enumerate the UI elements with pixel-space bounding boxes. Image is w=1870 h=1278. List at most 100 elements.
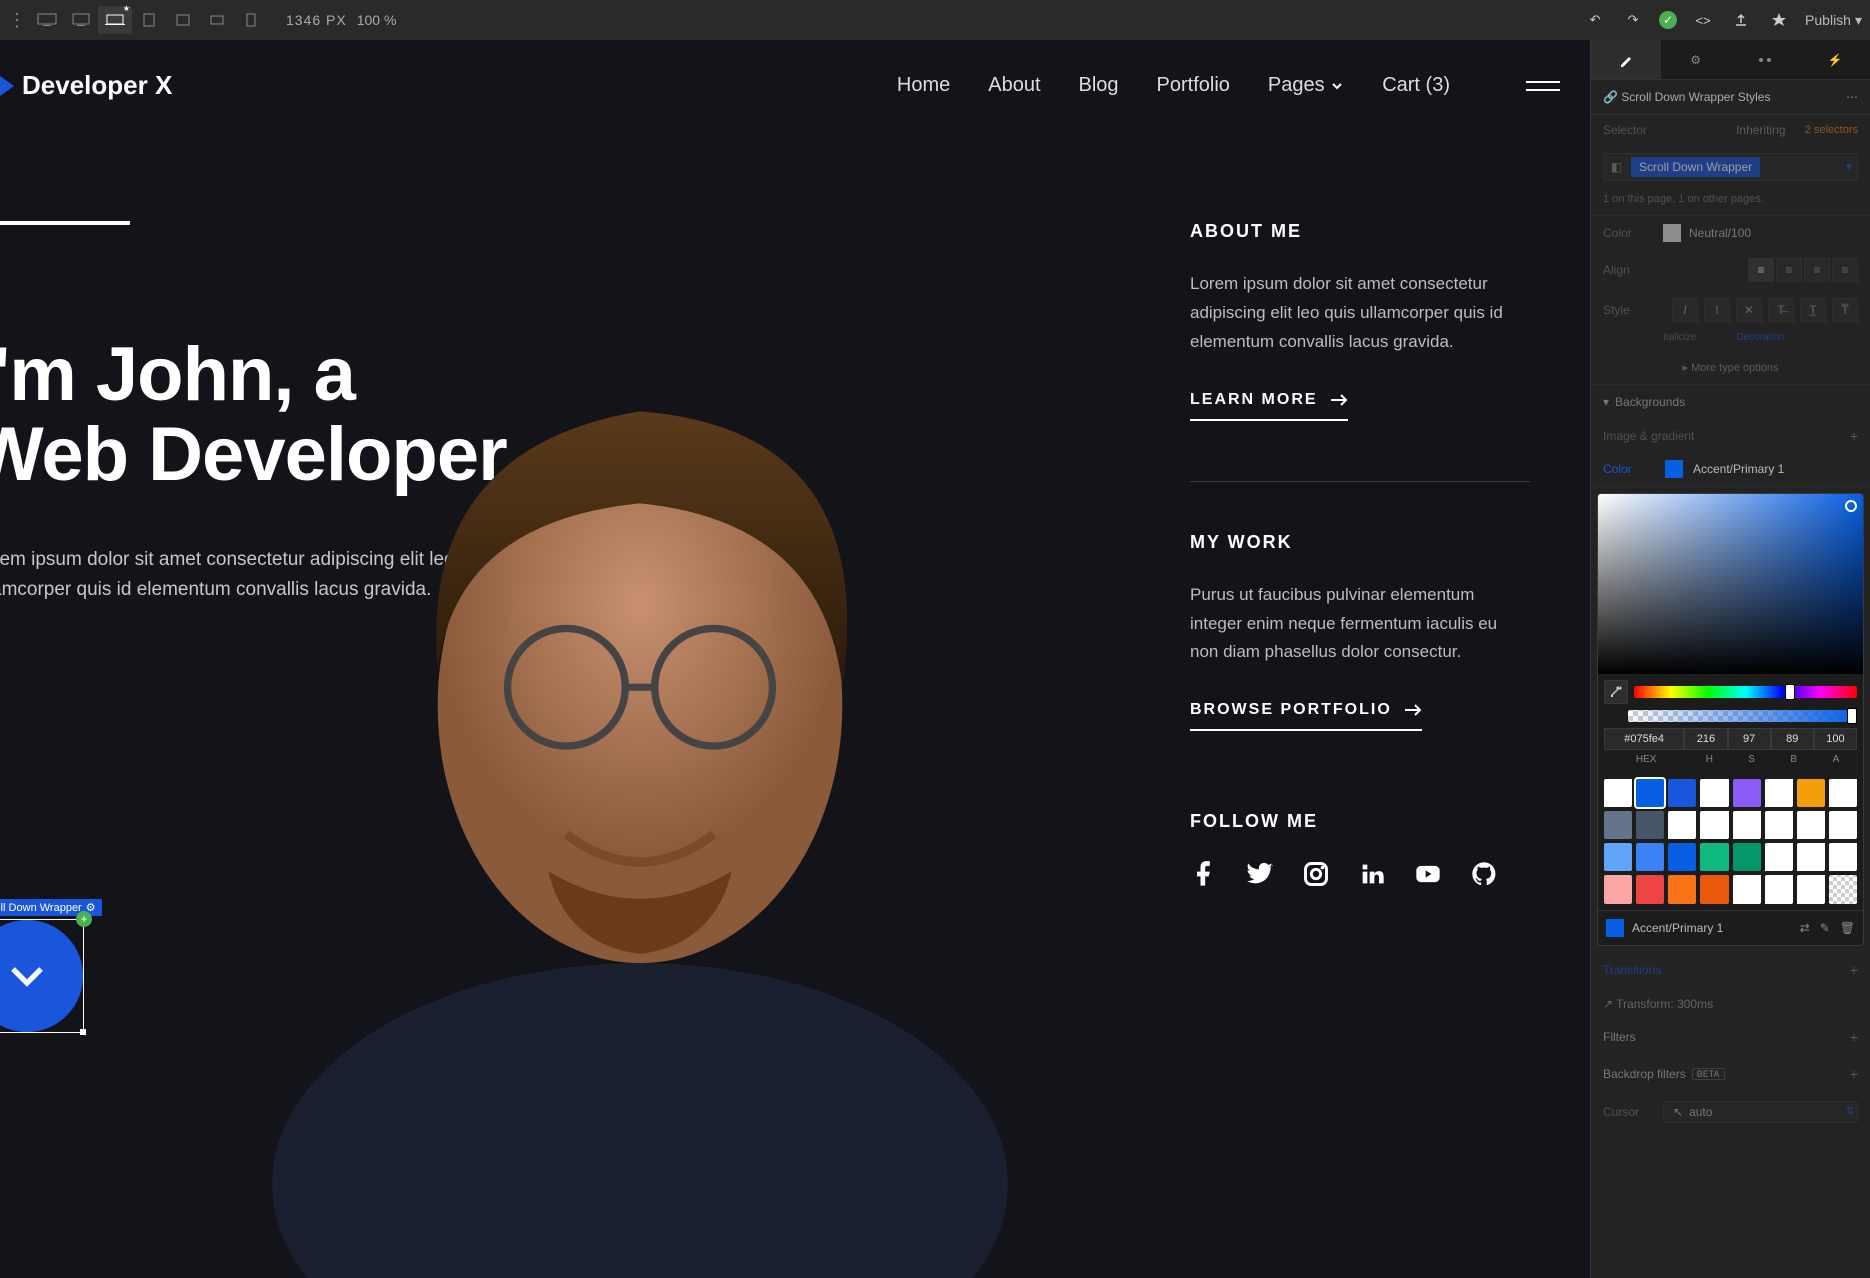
status-ok-icon[interactable]: ✓ xyxy=(1659,11,1677,29)
breakpoint-tablet-landscape-icon[interactable] xyxy=(166,6,200,34)
overline-icon[interactable]: T̅ xyxy=(1832,298,1858,322)
color-swatch[interactable] xyxy=(1700,779,1728,807)
redo-icon[interactable]: ↷ xyxy=(1621,8,1645,32)
color-swatch[interactable] xyxy=(1604,843,1632,871)
menu-hamburger-icon[interactable] xyxy=(1526,81,1560,91)
color-swatch[interactable] xyxy=(1733,779,1761,807)
a-input[interactable] xyxy=(1814,728,1857,750)
breakpoint-mobile-landscape-icon[interactable] xyxy=(200,6,234,34)
zoom-level[interactable]: 100 % xyxy=(357,12,397,28)
panel-more-icon[interactable]: ⋯ xyxy=(1846,90,1858,104)
linkedin-icon[interactable] xyxy=(1358,860,1386,888)
color-swatch[interactable] xyxy=(1733,875,1761,903)
h-input[interactable] xyxy=(1684,728,1727,750)
color-swatch[interactable] xyxy=(1829,779,1857,807)
nav-portfolio[interactable]: Portfolio xyxy=(1157,74,1230,97)
backdrop-section[interactable]: Backdrop filters BETA + xyxy=(1591,1056,1870,1093)
edit-icon[interactable]: ✎ xyxy=(1820,921,1830,935)
mode-b[interactable]: B xyxy=(1773,754,1815,765)
viewport-size[interactable]: 1346 PX xyxy=(286,12,347,28)
audit-icon[interactable] xyxy=(1767,8,1791,32)
style-tab-icon[interactable] xyxy=(1591,40,1661,79)
inheriting-count[interactable]: 2 selectors xyxy=(1805,124,1858,136)
effects-tab-icon[interactable]: ⚡ xyxy=(1800,40,1870,79)
learn-more-link[interactable]: LEARN MORE xyxy=(1190,391,1348,421)
publish-button[interactable]: Publish ▾ xyxy=(1805,12,1862,29)
italic-off-icon[interactable]: I xyxy=(1704,298,1730,322)
breakpoint-laptop-icon[interactable] xyxy=(98,6,132,34)
color-swatch[interactable] xyxy=(1636,811,1664,839)
color-swatch[interactable] xyxy=(1797,811,1825,839)
unlink-icon[interactable]: ⇄ xyxy=(1800,921,1810,935)
cursor-select[interactable]: ↖auto⇅ xyxy=(1663,1101,1858,1123)
nav-blog[interactable]: Blog xyxy=(1079,74,1119,97)
strikethrough-icon[interactable]: T̶ xyxy=(1768,298,1794,322)
browse-portfolio-link[interactable]: BROWSE PORTFOLIO xyxy=(1190,701,1422,731)
color-swatch[interactable] xyxy=(1829,811,1857,839)
nav-cart[interactable]: Cart (3) xyxy=(1382,74,1450,97)
color-swatch[interactable] xyxy=(1668,875,1696,903)
sat-cursor[interactable] xyxy=(1845,500,1857,512)
color-swatch[interactable] xyxy=(1765,875,1793,903)
color-swatch[interactable] xyxy=(1668,811,1696,839)
breakpoint-mobile-icon[interactable] xyxy=(234,6,268,34)
color-swatch[interactable] xyxy=(1829,843,1857,871)
breakpoint-tablet-icon[interactable] xyxy=(132,6,166,34)
add-background-icon[interactable]: + xyxy=(1850,428,1858,444)
more-type-options[interactable]: ▸ More type options xyxy=(1591,351,1870,385)
twitter-icon[interactable] xyxy=(1246,860,1274,888)
mode-s[interactable]: S xyxy=(1731,754,1773,765)
nav-pages[interactable]: Pages xyxy=(1268,74,1344,97)
color-swatch[interactable] xyxy=(1668,779,1696,807)
color-swatch[interactable] xyxy=(1765,779,1793,807)
align-center-icon[interactable]: ≡ xyxy=(1776,258,1802,282)
export-icon[interactable] xyxy=(1729,8,1753,32)
chevron-down-icon[interactable]: ▼ xyxy=(1844,162,1854,173)
breakpoint-desktop-icon[interactable] xyxy=(64,6,98,34)
code-icon[interactable]: <> xyxy=(1691,8,1715,32)
facebook-icon[interactable] xyxy=(1190,860,1218,888)
color-swatch[interactable] xyxy=(1604,779,1632,807)
design-canvas[interactable]: Developer X Home About Blog Portfolio Pa… xyxy=(0,40,1590,1278)
color-swatch[interactable] xyxy=(1604,875,1632,903)
text-color-swatch[interactable] xyxy=(1663,224,1681,242)
class-tag[interactable]: Scroll Down Wrapper xyxy=(1631,157,1760,177)
breakpoint-large-icon[interactable] xyxy=(30,6,64,34)
nav-about[interactable]: About xyxy=(988,74,1040,97)
add-handle-icon[interactable]: + xyxy=(76,911,92,927)
add-transition-icon[interactable]: + xyxy=(1850,962,1858,978)
undo-icon[interactable]: ↶ xyxy=(1583,8,1607,32)
color-swatch[interactable] xyxy=(1733,811,1761,839)
color-swatch[interactable] xyxy=(1668,843,1696,871)
color-swatch[interactable] xyxy=(1797,875,1825,903)
eyedropper-icon[interactable] xyxy=(1604,680,1628,704)
add-filter-icon[interactable]: + xyxy=(1850,1029,1858,1045)
mode-hex[interactable]: HEX xyxy=(1604,754,1688,765)
underline-icon[interactable]: T̲ xyxy=(1800,298,1826,322)
s-input[interactable] xyxy=(1728,728,1771,750)
color-swatch[interactable] xyxy=(1604,811,1632,839)
color-swatch[interactable] xyxy=(1765,843,1793,871)
scroll-down-wrapper[interactable]: Scroll Down Wrapper ⚙ + xyxy=(0,921,82,1031)
color-swatch[interactable] xyxy=(1829,875,1857,903)
color-swatch[interactable] xyxy=(1636,875,1664,903)
hex-input[interactable] xyxy=(1604,728,1684,750)
github-icon[interactable] xyxy=(1470,860,1498,888)
alpha-thumb[interactable] xyxy=(1847,708,1857,724)
mode-a[interactable]: A xyxy=(1815,754,1857,765)
bg-color-swatch[interactable] xyxy=(1665,460,1683,478)
transition-item[interactable]: ↗ Transform: 300ms xyxy=(1603,997,1713,1011)
decoration-none-icon[interactable]: ✕ xyxy=(1736,298,1762,322)
instagram-icon[interactable] xyxy=(1302,860,1330,888)
class-selector[interactable]: ◧ Scroll Down Wrapper ▼ xyxy=(1603,153,1858,181)
italic-icon[interactable]: I xyxy=(1672,298,1698,322)
align-right-icon[interactable]: ≡ xyxy=(1804,258,1830,282)
color-swatch[interactable] xyxy=(1797,779,1825,807)
color-swatch[interactable] xyxy=(1636,779,1664,807)
interactions-tab-icon[interactable] xyxy=(1731,40,1801,79)
color-swatch[interactable] xyxy=(1700,811,1728,839)
transitions-section[interactable]: Transitions+ xyxy=(1591,952,1870,989)
menu-dots-icon[interactable]: ⋮ xyxy=(8,11,26,29)
youtube-icon[interactable] xyxy=(1414,860,1442,888)
mode-h[interactable]: H xyxy=(1688,754,1730,765)
